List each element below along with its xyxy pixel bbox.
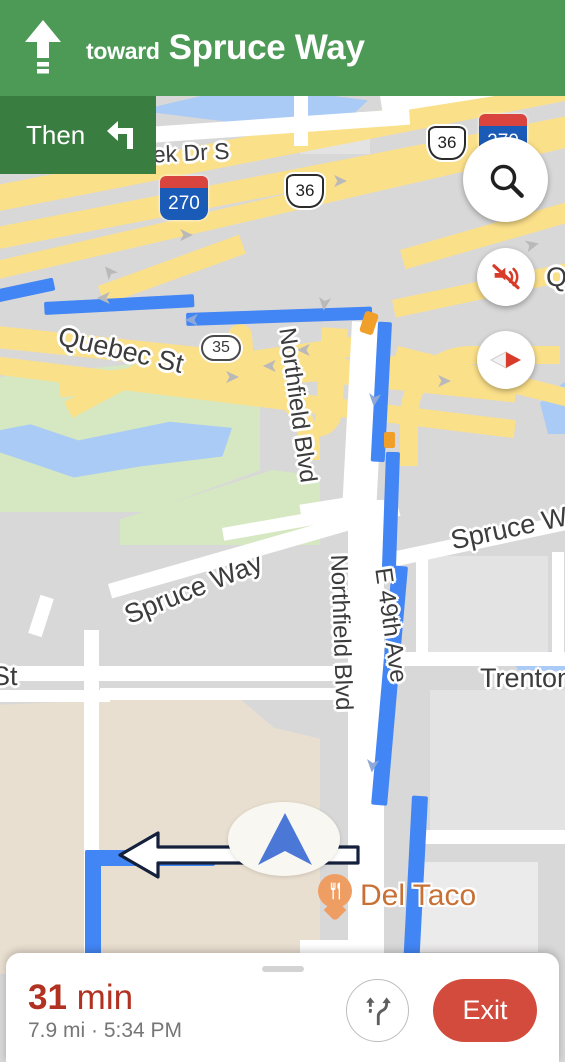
route-line [0, 277, 56, 303]
shield-number: 36 [437, 133, 457, 152]
route-shield-us: 36 [286, 174, 324, 208]
direction-arrow-icon: ➤ [224, 367, 240, 388]
then-banner[interactable]: Then [0, 96, 156, 174]
banner-instruction: toward Spruce Way [86, 28, 365, 68]
street-label: Trenton [480, 663, 565, 693]
route-shield-interstate: 270 [160, 176, 208, 220]
bottom-sheet[interactable]: 31 min 7.9 mi · 5:34 PM Exit [6, 953, 559, 1062]
route-line [186, 306, 373, 326]
route-line [85, 850, 101, 970]
search-button[interactable] [463, 137, 548, 222]
local-road [294, 96, 308, 146]
eta-details: 7.9 mi · 5:34 PM [28, 1018, 183, 1042]
route-direction-arrow-icon: ➤ [360, 756, 384, 775]
eta-block: 31 min 7.9 mi · 5:34 PM [28, 980, 346, 1043]
arrow-straight-icon [0, 18, 86, 78]
local-road [416, 830, 565, 844]
street-label: Q [546, 262, 565, 292]
route-shield-state: 35 [201, 335, 241, 361]
local-road [552, 552, 564, 662]
alternate-routes-button[interactable] [346, 979, 409, 1042]
eta-minutes: 31 [28, 978, 67, 1018]
shield-top-band [160, 176, 208, 188]
navigation-screen: ➤ ➤ ➤ ➤ ➤ ➤ ➤ ➤ ➤ ➤ ➤ ➤ ➤ ➤ 36 36 270 27… [0, 0, 565, 1062]
route-direction-arrow-icon: ➤ [362, 390, 386, 409]
direction-arrow-icon: ➤ [521, 233, 543, 258]
banner-toward-prefix: toward [86, 38, 160, 64]
shield-top-band [479, 114, 527, 126]
turn-left-icon [105, 119, 135, 151]
poi-label: Del Taco [360, 879, 477, 912]
alternate-routes-icon [365, 996, 391, 1025]
position-marker [228, 802, 340, 876]
direction-arrow-icon: ➤ [96, 287, 112, 308]
shield-number: 270 [160, 188, 208, 220]
building-block [418, 556, 548, 652]
route-turn-marker [384, 432, 395, 448]
compass-arrow-icon [489, 351, 521, 369]
street-label: Northfield Blvd [325, 554, 358, 711]
search-icon [490, 164, 524, 198]
direction-arrow-icon: ➤ [332, 171, 348, 192]
navigation-banner[interactable]: toward Spruce Way [0, 0, 565, 96]
street-label: Spruce W [448, 501, 565, 556]
street-label: St [0, 661, 18, 691]
local-road [416, 552, 428, 662]
shield-number: 35 [212, 339, 230, 356]
local-road [300, 940, 356, 954]
building-block [430, 690, 565, 830]
banner-destination: Spruce Way [168, 28, 365, 67]
direction-arrow-icon: ➤ [312, 294, 336, 313]
eta-time: 31 min [28, 980, 346, 1016]
eta-unit [67, 978, 77, 1017]
eta-unit-label: min [76, 978, 134, 1018]
route-shield-us: 36 [428, 126, 466, 160]
route-line [44, 294, 195, 315]
spruce-way-road [28, 594, 54, 638]
navigation-chevron-icon [258, 813, 312, 865]
then-label: Then [26, 119, 86, 150]
exit-button[interactable]: Exit [433, 979, 537, 1042]
direction-arrow-icon: ➤ [178, 225, 194, 246]
mute-button[interactable] [477, 248, 535, 306]
direction-arrow-icon: ➤ [436, 371, 452, 392]
compass-button[interactable] [477, 331, 535, 389]
route-direction-arrow-icon: ➤ [184, 309, 200, 330]
sound-off-icon [492, 264, 520, 290]
drag-handle[interactable] [261, 966, 304, 972]
shield-number: 36 [295, 181, 315, 200]
